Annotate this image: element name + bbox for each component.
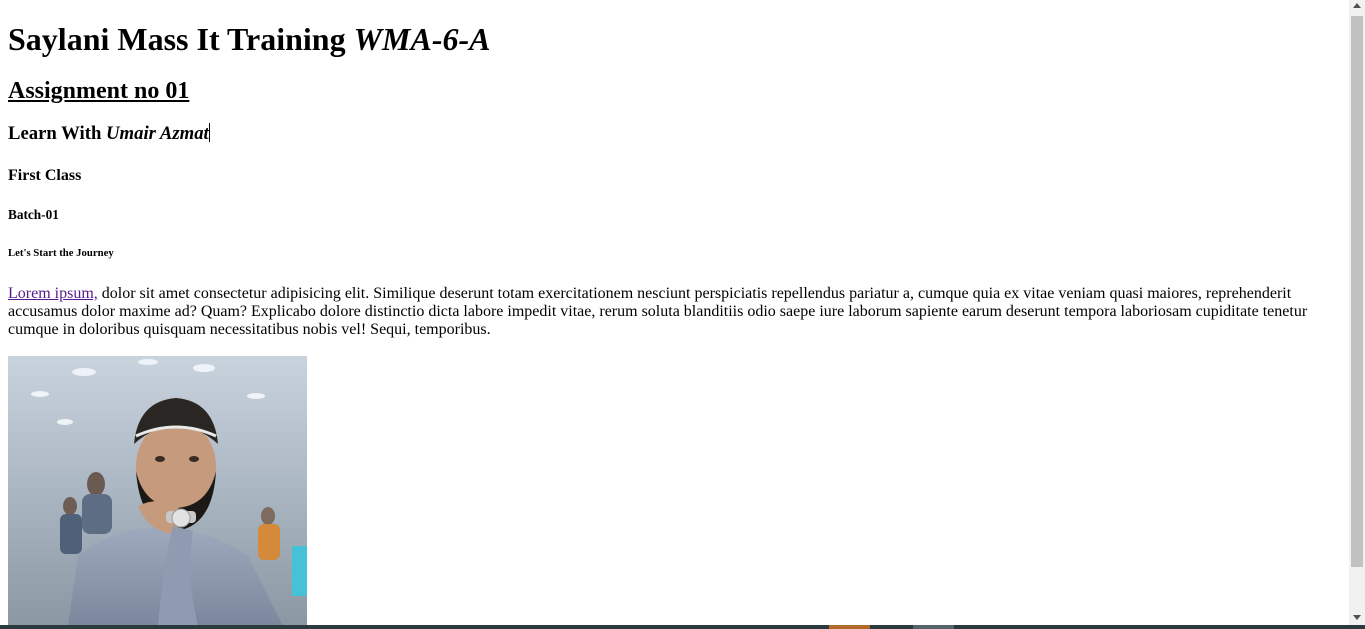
scroll-thumb[interactable] — [1351, 16, 1363, 567]
lorem-link[interactable]: Lorem ipsum, — [8, 285, 98, 302]
instructor-name: Umair Azmat — [106, 123, 209, 144]
instructor-heading: Learn With Umair Azmat — [8, 123, 1341, 145]
page-title: Saylani Mass It Training WMA-6-A — [8, 21, 1341, 58]
taskbar-item[interactable] — [913, 625, 954, 629]
journey-heading: Let's Start the Journey — [8, 247, 114, 259]
taskbar-active-item[interactable] — [829, 625, 870, 629]
page-title-emphasis: WMA-6-A — [353, 21, 491, 57]
page-title-text: Saylani Mass It Training — [8, 21, 354, 57]
lorem-paragraph-body: dolor sit amet consectetur adipisicing e… — [8, 285, 1308, 338]
taskbar — [0, 625, 1365, 629]
batch-heading: Batch-01 — [8, 207, 59, 222]
instructor-heading-text: Learn With — [8, 123, 107, 144]
class-heading: First Class — [8, 167, 82, 184]
assignment-heading: Assignment no 01 — [8, 78, 190, 104]
vertical-scrollbar[interactable] — [1349, 0, 1365, 625]
portrait-photo — [8, 356, 307, 625]
scroll-down-icon[interactable] — [1353, 615, 1361, 620]
scroll-up-icon[interactable] — [1353, 3, 1361, 8]
page-content: Saylani Mass It Training WMA-6-A Assignm… — [0, 0, 1349, 625]
text-caret — [208, 123, 210, 142]
lorem-paragraph: Lorem ipsum, dolor sit amet consectetur … — [8, 285, 1341, 339]
